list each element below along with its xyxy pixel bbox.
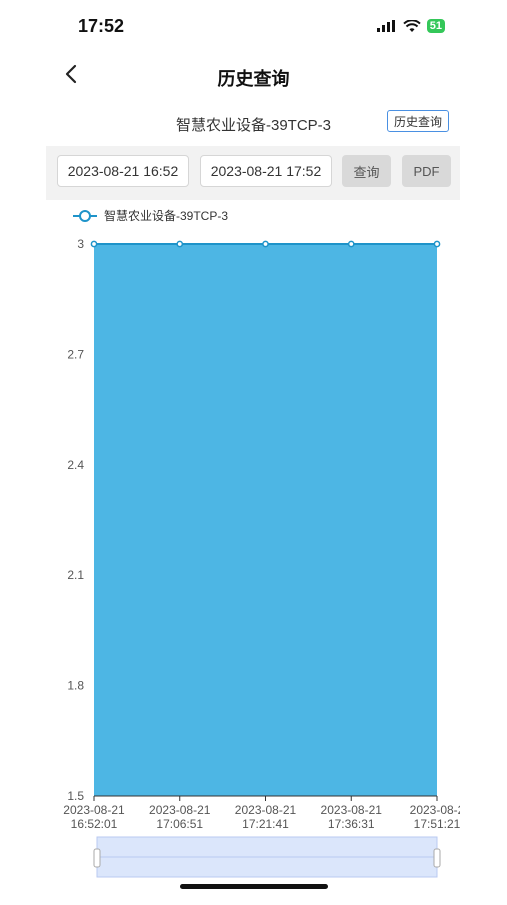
history-chart: 3 2.7 2.4 2.1 1.8 1.5 2023-08-21 16:52:01 2023-0… [46, 200, 465, 900]
data-point [347, 240, 355, 248]
home-indicator [180, 884, 328, 889]
pdf-button[interactable]: PDF [402, 155, 451, 187]
x-tick-date: 2023-08-21 [149, 803, 211, 817]
status-time: 17:52 [78, 16, 125, 36]
legend-label: 智慧农业设备-39TCP-3 [104, 208, 228, 223]
nav-bar: 历史查询 [0, 54, 507, 98]
battery-icon: 51 [426, 19, 445, 33]
x-tick-date: 2023-08-21 [235, 803, 297, 817]
start-time-input[interactable]: 2023-08-21 16:52 [57, 155, 189, 187]
y-tick-label: 3 [77, 237, 84, 251]
legend-marker-icon [79, 210, 91, 222]
y-tick-label: 1.8 [67, 679, 84, 693]
signal-icon [376, 20, 395, 32]
end-time-input[interactable]: 2023-08-21 17:52 [200, 155, 332, 187]
x-tick-time: 16:52:01 [71, 817, 118, 831]
page-title: 历史查询 [217, 69, 290, 89]
x-tick-date: 2023-08-2 [410, 803, 460, 817]
history-query-button[interactable]: 历史查询 [387, 110, 449, 132]
x-tick-time: 17:21:41 [242, 817, 289, 831]
status-icons: 51 [376, 19, 445, 33]
status-bar: 17:52 51 [0, 0, 507, 54]
y-tick-label: 2.7 [67, 347, 84, 361]
y-tick-label: 2.1 [67, 568, 84, 582]
data-point [176, 240, 184, 248]
series-area [94, 244, 437, 796]
x-tick-date: 2023-08-21 [63, 803, 125, 817]
data-point [262, 240, 269, 248]
zoom-handle-left[interactable] [93, 848, 101, 868]
y-tick-label: 2.4 [67, 458, 84, 472]
filter-bar: 2023-08-21 16:52 2023-08-21 17:52 查询 PDF [46, 146, 460, 200]
x-tick-time: 17:06:51 [156, 817, 203, 831]
x-tick-date: 2023-08-21 [321, 803, 383, 817]
wifi-icon [403, 19, 421, 32]
query-button[interactable]: 查询 [342, 155, 391, 187]
chart-svg: 32.72.42.11.81.52023-08-2116:52:012023-0… [63, 208, 465, 878]
zoom-handle-right[interactable] [433, 848, 441, 868]
x-tick-time: 17:36:31 [328, 817, 375, 831]
device-header: 智慧农业设备-39TCP-3 历史查询 [0, 108, 507, 138]
y-tick-label: 1.5 [67, 789, 84, 803]
data-point [433, 240, 441, 248]
x-tick-time: 17:51:21 [414, 817, 460, 831]
data-point [90, 240, 98, 248]
